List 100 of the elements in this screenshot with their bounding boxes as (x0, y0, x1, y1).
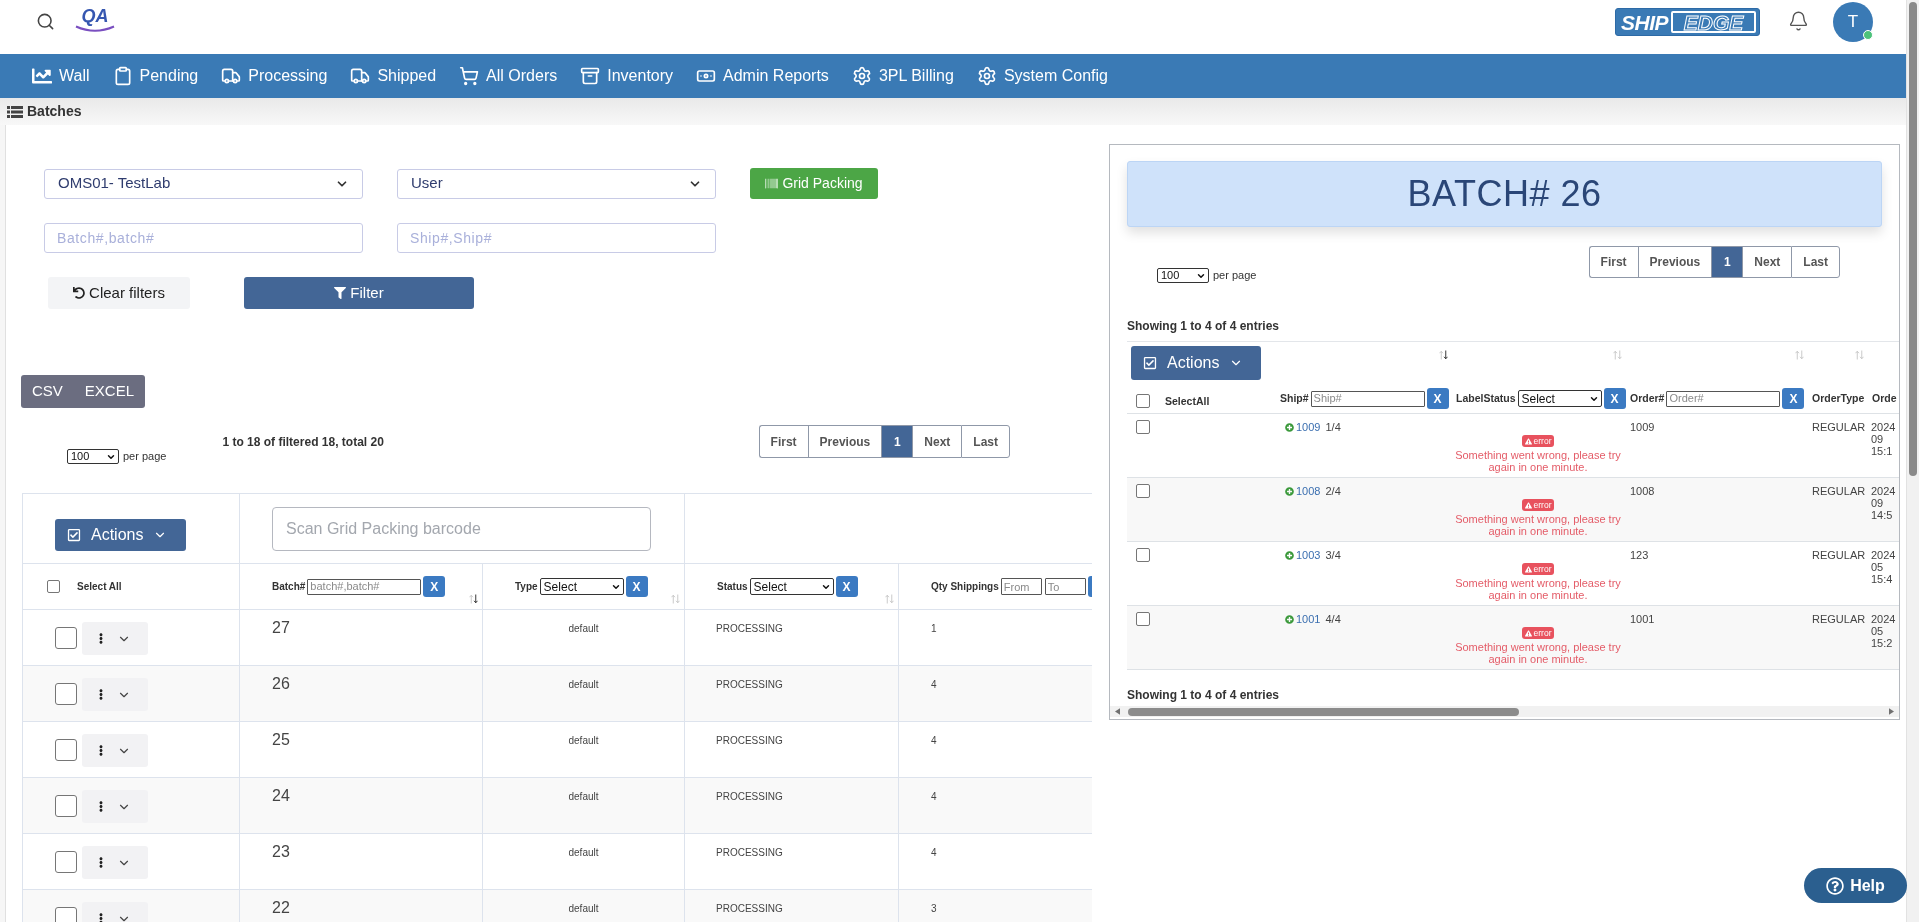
column-filter-field[interactable]: Order# (1666, 390, 1781, 407)
checkbox[interactable] (47, 580, 60, 593)
scan-barcode-field[interactable]: Scan Grid Packing barcode (272, 507, 651, 551)
type-text: default (568, 848, 599, 858)
scroll-left-arrow-icon[interactable] (1115, 708, 1120, 715)
clear-filter-button[interactable]: X (1426, 388, 1449, 409)
pagination-button[interactable]: First (758, 425, 808, 458)
clear-filter-button[interactable]: X (625, 576, 648, 597)
checked-box-icon (1143, 356, 1157, 370)
column-filter-select[interactable]: Select (539, 578, 624, 595)
type-text: default (568, 680, 599, 690)
checkbox[interactable] (55, 627, 77, 649)
nav-link[interactable]: All Orders (459, 64, 558, 88)
sort-icon[interactable] (469, 594, 478, 604)
ship-search-field[interactable]: Ship#,Ship# (397, 223, 716, 253)
column-header: Order# (1630, 393, 1665, 404)
warning-icon (1524, 629, 1532, 637)
column-filter-select[interactable]: Select (749, 578, 834, 595)
qty-text: 4 (931, 736, 937, 746)
barcode-icon (765, 177, 779, 190)
checkbox[interactable] (55, 683, 77, 705)
checkbox[interactable] (1136, 394, 1150, 408)
nav-link[interactable]: Admin Reports (696, 64, 829, 88)
checkbox[interactable] (1136, 612, 1150, 626)
column-header: Orde (1872, 393, 1897, 404)
search-icon[interactable] (36, 12, 55, 31)
per-page-select[interactable]: 100 (1157, 268, 1209, 283)
order-type: REGULAR (1812, 420, 1866, 434)
user-select[interactable]: User (397, 168, 716, 199)
per-page-select[interactable]: 100 (67, 449, 119, 464)
batch-search-field[interactable]: Batch#,batch# (44, 223, 363, 253)
checkbox[interactable] (1136, 484, 1150, 498)
sort-icon[interactable] (1439, 350, 1448, 360)
kebab-icon (99, 632, 103, 645)
pagination-button[interactable]: 1 (1711, 246, 1743, 278)
checkbox[interactable] (1136, 548, 1150, 562)
qty-text: 1 (931, 624, 937, 634)
grid-packing-button[interactable]: Grid Packing (750, 168, 878, 199)
order-type: REGULAR (1812, 612, 1866, 626)
help-button[interactable]: Help (1804, 868, 1907, 903)
pagination-button[interactable]: Next (1742, 246, 1792, 278)
pagination-button[interactable]: First (1588, 246, 1638, 278)
notification-bell-icon[interactable] (1788, 10, 1809, 32)
status-text: PROCESSING (716, 848, 783, 858)
actions-button[interactable]: Actions (55, 519, 186, 551)
ship-link[interactable]: 1008 (1296, 484, 1321, 498)
warehouse-select[interactable]: OMS01- TestLab (44, 168, 363, 199)
clear-filter-button[interactable]: X (1603, 388, 1626, 409)
pagination-button[interactable]: Last (1791, 246, 1840, 278)
user-avatar[interactable]: T (1833, 2, 1873, 42)
ship-link[interactable]: 1009 (1296, 420, 1321, 434)
ship-link[interactable]: 1003 (1296, 548, 1321, 562)
date-text: 09 (1871, 433, 1884, 445)
nav-link[interactable]: Processing (221, 64, 328, 88)
status-label: error (1533, 628, 1552, 638)
pagination-button[interactable]: Next (912, 425, 962, 458)
entries-summary: Showing 1 to 4 of 4 entries (1127, 319, 1280, 333)
clear-filter-button[interactable]: X (423, 576, 446, 597)
column-header: Status (717, 581, 748, 592)
ship-link[interactable]: 1001 (1296, 612, 1321, 626)
type-text: default (568, 904, 599, 914)
nav-link[interactable]: Inventory (580, 64, 674, 88)
export-button[interactable]: CSV (21, 375, 74, 408)
range-from-field[interactable]: From (1000, 578, 1042, 595)
column-filter-field[interactable]: Ship# (1310, 390, 1425, 407)
scroll-right-arrow-icon[interactable] (1889, 708, 1894, 715)
clear-filter-button[interactable] (1087, 576, 1092, 597)
checkbox[interactable] (55, 851, 77, 873)
kebab-icon (99, 744, 103, 757)
pagination-button[interactable]: Last (961, 425, 1010, 458)
clear-filter-button[interactable]: X (1782, 388, 1805, 409)
status-label: error (1533, 564, 1552, 574)
nav-link[interactable]: Pending (112, 64, 199, 88)
status-text: PROCESSING (716, 736, 783, 746)
date-text: 2024 (1871, 421, 1896, 433)
clear-filters-button[interactable]: Clear filters (48, 277, 190, 309)
status-text: PROCESSING (716, 680, 783, 690)
column-filter-field[interactable]: batch#,batch# (307, 578, 422, 595)
type-text: default (568, 736, 599, 746)
batch-title: BATCH# 26 (1407, 176, 1602, 212)
range-to-field[interactable]: To (1044, 578, 1086, 595)
clear-filter-button[interactable]: X (835, 576, 858, 597)
scrollbar-thumb[interactable] (1128, 707, 1519, 716)
nav-link[interactable]: System Config (976, 64, 1108, 88)
batch-number: 22 (272, 900, 290, 916)
column-filter-select[interactable]: Select (1517, 390, 1602, 407)
pagination-button[interactable]: 1 (881, 425, 913, 458)
checkbox[interactable] (55, 795, 77, 817)
checkbox[interactable] (55, 739, 77, 761)
nav-link[interactable]: Wall (32, 64, 90, 88)
pagination-button[interactable]: Previous (1637, 246, 1712, 278)
filter-button[interactable]: Filter (244, 277, 474, 309)
order-number: 1009 (1630, 420, 1655, 434)
pagination-button[interactable]: Previous (807, 425, 882, 458)
nav-link[interactable]: Shipped (350, 64, 437, 88)
export-button[interactable]: EXCEL (73, 375, 146, 408)
actions-button[interactable]: Actions (1131, 346, 1261, 380)
scrollbar-thumb[interactable] (1909, 2, 1917, 476)
checkbox[interactable] (1136, 420, 1150, 434)
nav-link[interactable]: 3PL Billing (851, 64, 954, 88)
